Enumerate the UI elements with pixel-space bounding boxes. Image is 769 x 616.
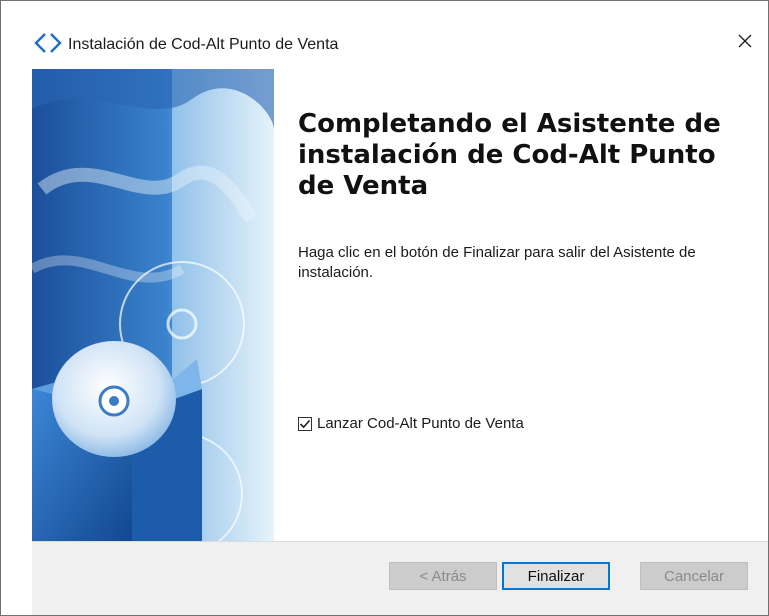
checkmark-icon: [299, 419, 311, 428]
launch-app-label[interactable]: Lanzar Cod-Alt Punto de Venta: [317, 415, 524, 432]
window-title: Instalación de Cod-Alt Punto de Venta: [68, 36, 339, 53]
close-button[interactable]: [722, 23, 768, 63]
finish-button[interactable]: Finalizar: [502, 562, 610, 590]
button-bar: < Atrás Finalizar Cancelar: [32, 542, 768, 615]
back-button[interactable]: < Atrás: [389, 562, 497, 590]
wizard-banner-image: [32, 69, 274, 541]
close-icon: [737, 33, 753, 54]
wizard-content: Completando el Asistente de instalación …: [274, 69, 768, 541]
wizard-description: Haga clic en el botón de Finalizar para …: [298, 244, 696, 281]
title-bar: Instalación de Cod-Alt Punto de Venta: [1, 1, 768, 63]
cancel-button[interactable]: Cancelar: [640, 562, 748, 590]
wizard-heading: Completando el Asistente de instalación …: [298, 109, 721, 201]
launch-app-checkbox[interactable]: [298, 416, 312, 431]
launch-app-option[interactable]: Lanzar Cod-Alt Punto de Venta: [298, 415, 524, 432]
diamond-brackets-icon: [34, 32, 62, 54]
installer-window: Instalación de Cod-Alt Punto de Venta Co…: [0, 0, 769, 616]
